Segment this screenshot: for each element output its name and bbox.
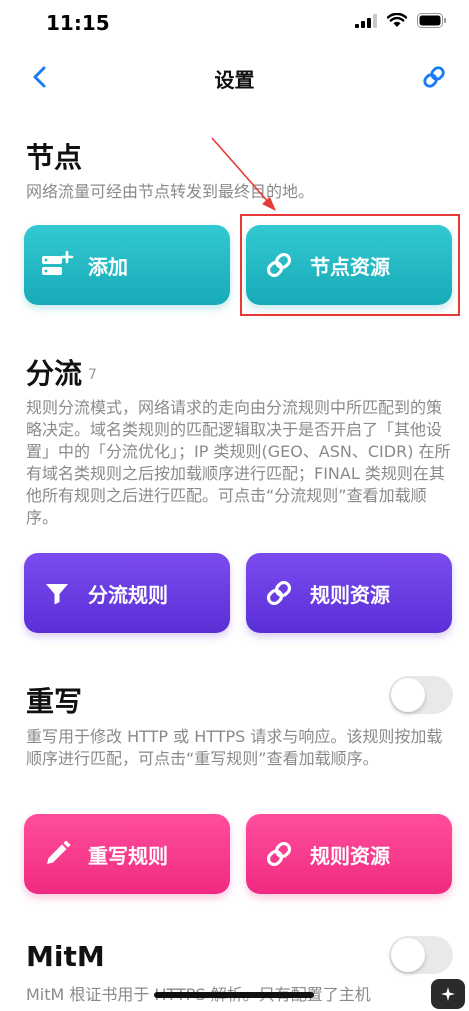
add-node-label: 添加	[88, 254, 128, 279]
wifi-icon	[387, 13, 407, 27]
rewrite-resources-label: 规则资源	[310, 843, 390, 868]
signal-icon	[355, 13, 377, 28]
link-icon	[262, 837, 296, 871]
section-title-mitm: MitM	[26, 940, 105, 973]
link-icon	[423, 66, 445, 88]
section-desc-rewrite: 重写用于修改 HTTP 或 HTTPS 请求与响应。该规则按加载顺序进行匹配，可…	[26, 727, 443, 768]
toggle-knob	[391, 678, 425, 712]
section-desc-nodes: 网络流量可经由节点转发到最终目的地。	[26, 182, 315, 201]
routing-count-badge: 7	[88, 367, 97, 383]
section-desc-routing: 规则分流模式，网络请求的走向由分流规则中所匹配到的策略决定。域名类规则的匹配逻辑…	[26, 398, 451, 527]
rewrite-resources-button[interactable]: 规则资源	[246, 814, 452, 894]
rewrite-toggle[interactable]	[389, 676, 453, 714]
server-add-icon	[40, 248, 74, 282]
routing-title-text: 分流	[26, 357, 83, 390]
page-title: 设置	[214, 68, 255, 92]
pencil-icon	[40, 837, 74, 871]
mitm-toggle[interactable]	[389, 936, 453, 974]
section-title-routing: 分流 7	[26, 352, 97, 392]
section-title-rewrite: 重写	[26, 685, 83, 718]
status-time: 11:15	[46, 11, 110, 35]
routing-resources-button[interactable]: 规则资源	[246, 553, 452, 633]
home-indicator	[154, 992, 314, 998]
filter-icon	[40, 576, 74, 610]
link-button[interactable]	[419, 62, 449, 92]
add-node-button[interactable]: 添加	[24, 225, 230, 305]
toggle-knob	[391, 938, 425, 972]
rewrite-rules-label: 重写规则	[88, 843, 168, 868]
routing-rules-button[interactable]: 分流规则	[24, 553, 230, 633]
link-icon	[262, 576, 296, 610]
status-bar: 11:15	[0, 0, 469, 44]
section-title-nodes: 节点	[26, 141, 83, 174]
annotation-highlight-box	[240, 214, 460, 316]
battery-icon	[417, 13, 446, 28]
rewrite-rules-button[interactable]: 重写规则	[24, 814, 230, 894]
routing-rules-label: 分流规则	[88, 582, 168, 607]
sparkle-badge-icon[interactable]	[431, 979, 465, 1009]
status-icons	[355, 13, 447, 28]
navigation-bar: 设置	[0, 56, 469, 100]
routing-resources-label: 规则资源	[310, 582, 390, 607]
